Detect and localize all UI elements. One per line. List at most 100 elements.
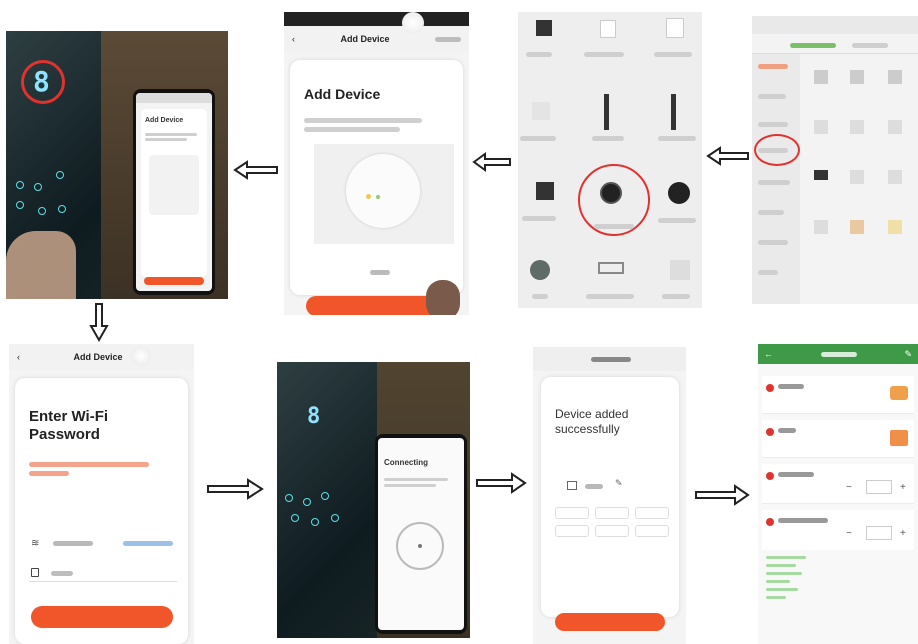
room-chip[interactable] (595, 507, 629, 519)
step-add-manually (752, 16, 918, 304)
step-select-thermostat (518, 12, 702, 308)
stepper-minus[interactable]: − (846, 482, 852, 493)
current-temp-value (866, 526, 892, 540)
step-connecting-photo: 8 Connecting (277, 362, 470, 638)
set-temp-value[interactable] (866, 480, 892, 494)
category-item[interactable] (671, 94, 676, 130)
nav-title: Add Device (73, 352, 123, 362)
back-icon[interactable]: ‹ (17, 352, 20, 362)
camera-flare (402, 12, 424, 34)
step-add-device-screen: ‹ Add Device Add Device (284, 12, 469, 315)
highlight-circle (754, 134, 800, 166)
wifi-card: Enter Wi-Fi Password ≋ (15, 378, 188, 644)
progress-dot (418, 544, 422, 548)
category-item[interactable] (536, 20, 552, 36)
room-chip[interactable] (555, 525, 589, 537)
step-wifi-password: ‹ Add Device Enter Wi-Fi Password ≋ (9, 344, 194, 644)
thermostat-display-digit: 8 (33, 65, 50, 98)
sidebar-item[interactable] (758, 122, 788, 127)
edit-icon[interactable]: ✎ (615, 478, 623, 489)
device-name (585, 484, 603, 489)
confirm-button[interactable] (144, 277, 204, 285)
phone: Connecting (375, 434, 467, 634)
room-chip[interactable] (635, 507, 669, 519)
sidebar-item[interactable] (758, 64, 788, 69)
illustration-box (314, 144, 454, 244)
arrow-right-icon (695, 484, 750, 506)
lock-icon (31, 568, 39, 577)
touch-key (34, 183, 42, 191)
device-grid (808, 66, 914, 266)
category-item[interactable] (670, 260, 690, 280)
fault-indicator (890, 430, 908, 446)
log-area (766, 552, 826, 632)
category-item[interactable] (668, 182, 690, 204)
touch-key (285, 494, 293, 502)
page-title: Enter Wi-Fi Password (15, 378, 188, 444)
nav-bar: ← ✎ (758, 344, 918, 364)
complete-button[interactable] (555, 613, 665, 631)
category-item[interactable] (598, 262, 624, 274)
category-item[interactable] (666, 18, 684, 38)
room-chip[interactable] (595, 525, 629, 537)
control-row-fault (762, 420, 914, 458)
page-title: Device added successfully (541, 377, 679, 437)
change-network-link[interactable] (123, 541, 173, 546)
step-device-control: ← ✎ − + − + (758, 344, 918, 644)
device-illustration (346, 154, 420, 228)
wifi-warning (29, 471, 69, 476)
category-item[interactable] (530, 260, 550, 280)
finger (426, 280, 460, 315)
power-toggle[interactable] (890, 386, 908, 400)
next-button[interactable] (31, 606, 173, 628)
sidebar-item[interactable] (758, 210, 784, 215)
category-item[interactable] (604, 94, 609, 130)
stepper-plus[interactable]: + (900, 482, 906, 493)
touch-key (311, 518, 319, 526)
sidebar-item[interactable] (758, 270, 778, 275)
stepper-minus[interactable]: − (846, 528, 852, 539)
page-title: Add Device (304, 86, 381, 102)
category-item[interactable] (536, 182, 554, 200)
page-title-line2: Password (29, 426, 100, 443)
room-chip[interactable] (555, 507, 589, 519)
nav-title (820, 351, 857, 357)
tab-add-manually[interactable] (790, 43, 836, 48)
sidebar-item[interactable] (758, 94, 786, 99)
wifi-ssid (53, 541, 93, 546)
page-title-line1: Device added (555, 407, 629, 421)
room-chip[interactable] (635, 525, 669, 537)
instruction-text (304, 118, 422, 123)
device-icon (567, 481, 577, 490)
mode-switch-link[interactable] (435, 36, 461, 42)
nav-bar (533, 347, 686, 371)
edit-icon[interactable]: ✎ (904, 349, 912, 360)
arrow-down-icon (89, 303, 109, 342)
stepper-plus[interactable]: + (900, 528, 906, 539)
nav-bar: ‹ Add Device (9, 344, 194, 370)
touch-key (58, 205, 66, 213)
wifi-icon: ≋ (31, 538, 40, 549)
back-icon[interactable]: ‹ (292, 34, 295, 44)
camera-flare (131, 346, 151, 366)
confirm-indicator-button[interactable] (306, 296, 446, 315)
back-icon[interactable]: ← (764, 349, 773, 359)
arrow-right-icon (207, 478, 264, 500)
tab-auto-scan[interactable] (852, 43, 888, 48)
touch-key (303, 498, 311, 506)
touch-key (291, 514, 299, 522)
page-title-line1: Enter Wi-Fi (29, 408, 109, 425)
success-card: Device added successfully ✎ (541, 377, 679, 617)
password-field[interactable] (29, 568, 177, 582)
step-thermostat-photo: 8 Add Device (6, 31, 228, 299)
sidebar-item[interactable] (758, 180, 790, 185)
category-sidebar (752, 54, 800, 304)
step-device-added: Device added successfully ✎ (533, 347, 686, 644)
arrow-left-icon (706, 146, 749, 166)
category-item[interactable] (532, 102, 550, 120)
help-link[interactable] (370, 270, 390, 275)
touch-key (56, 171, 64, 179)
wifi-warning (29, 462, 149, 467)
category-item[interactable] (600, 20, 616, 38)
sidebar-item[interactable] (758, 240, 788, 245)
